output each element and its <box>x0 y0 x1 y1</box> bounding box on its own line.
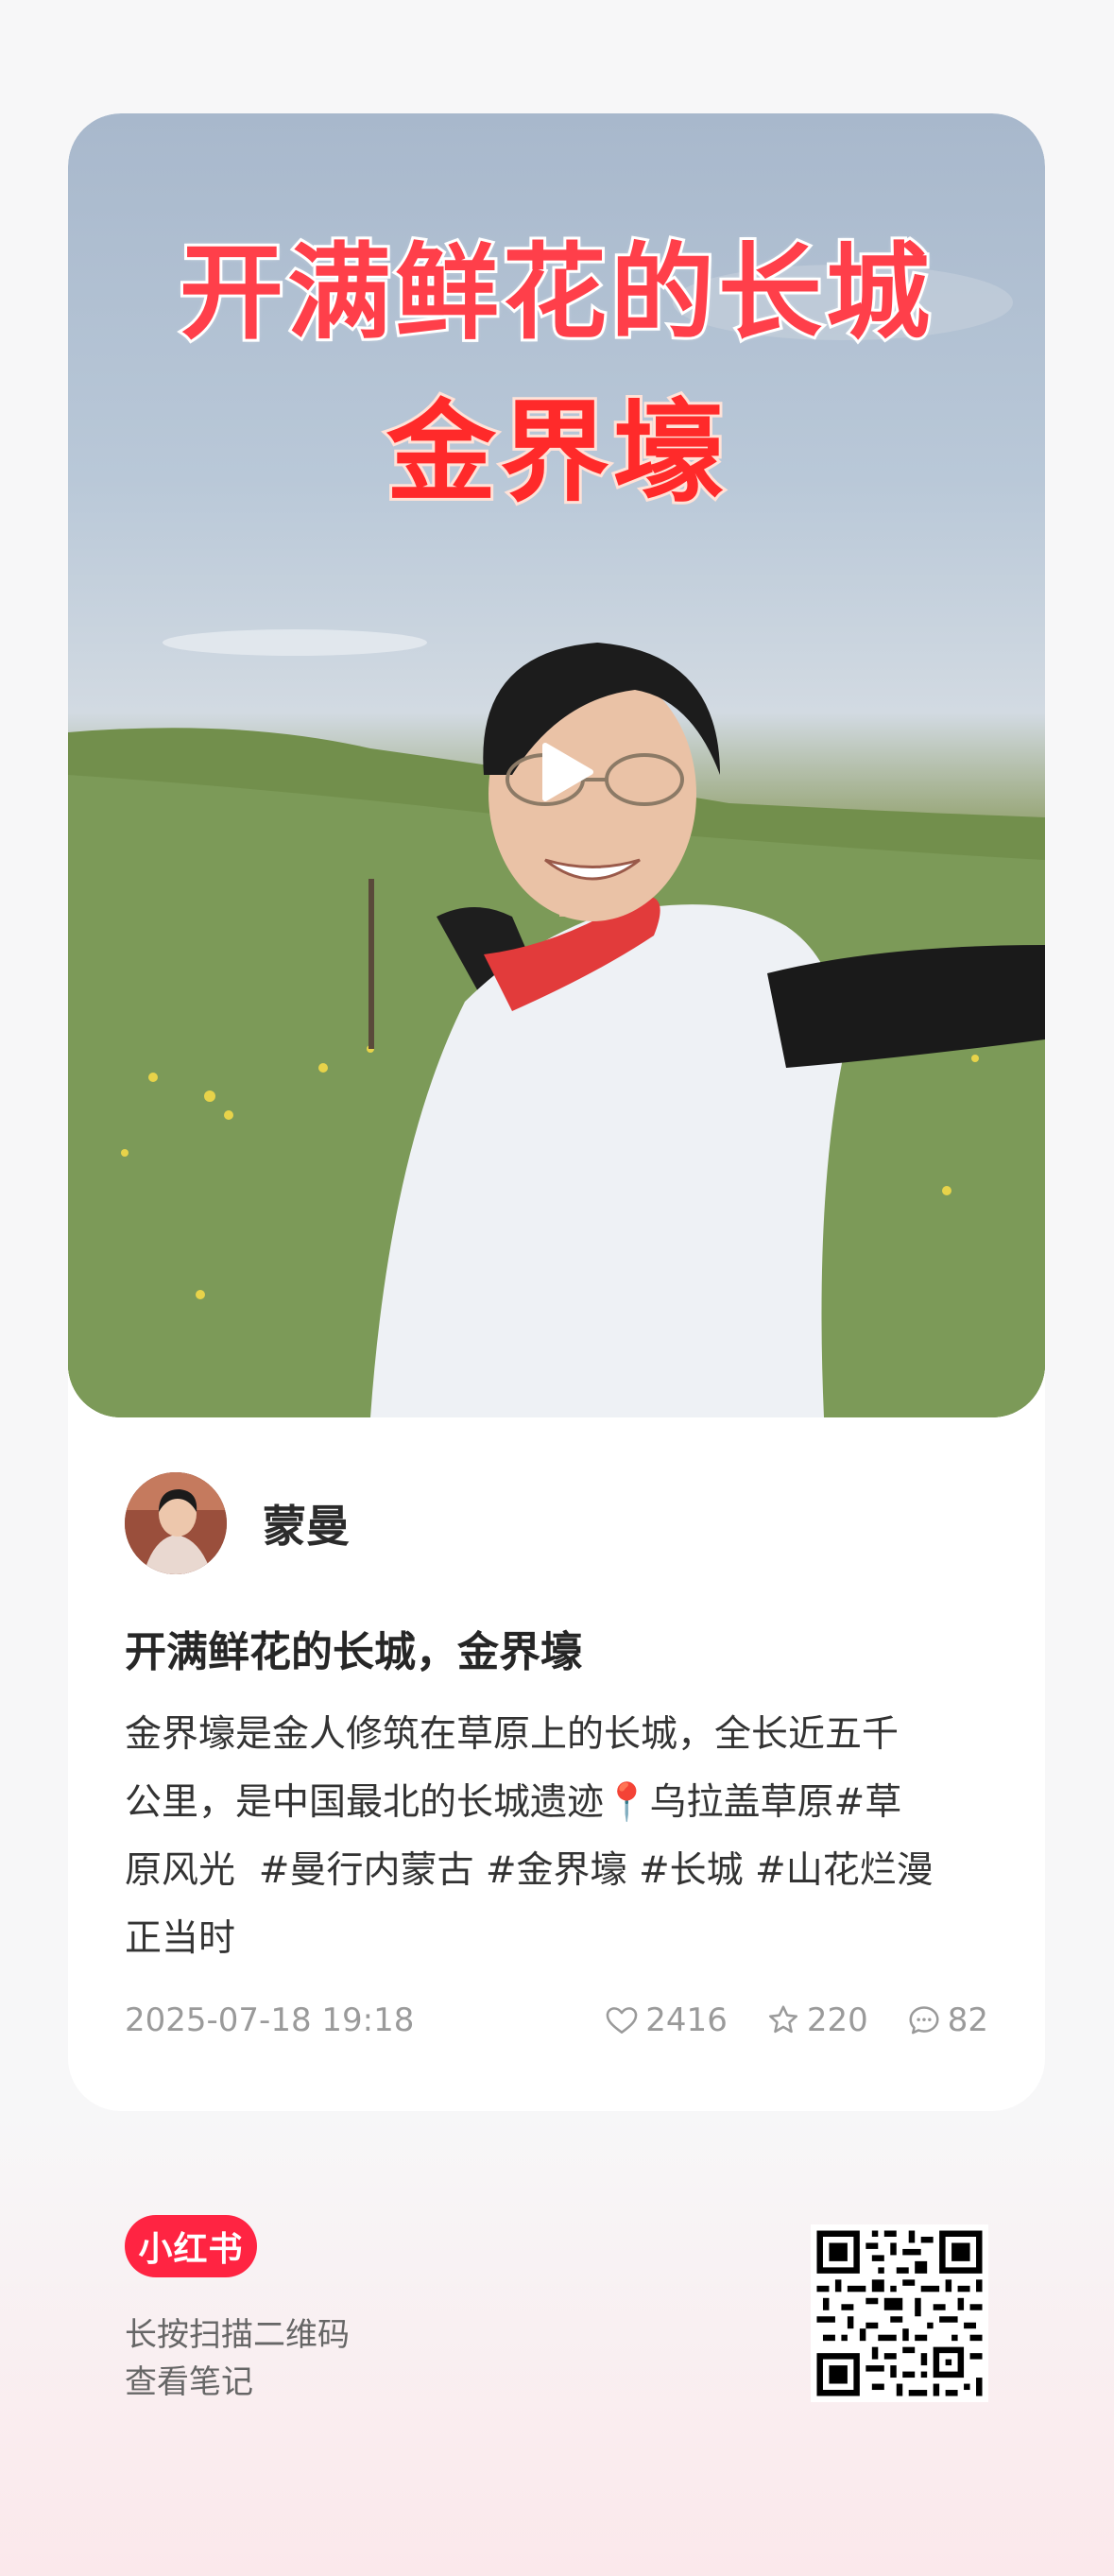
collect-stat[interactable]: 220 <box>765 2001 868 2039</box>
author-row[interactable]: 蒙曼 <box>125 1472 350 1574</box>
note-title: 开满鲜花的长城，金界壕 <box>125 1628 582 1676</box>
play-icon[interactable] <box>538 742 594 802</box>
note-body-line: 正当时 <box>125 1917 236 1960</box>
xiaohongshu-logo: 小红书 <box>125 2215 257 2277</box>
note-meta: 2025-07-18 19:18 2416 220 82 <box>125 2000 988 2041</box>
heart-icon <box>606 2007 638 2034</box>
qr-hint-line1: 长按扫描二维码 <box>125 2316 350 2354</box>
like-stat[interactable]: 2416 <box>604 2001 728 2039</box>
note-body-line: 原风光 #曼行内蒙古 #金界壕 #长城 #山花烂漫 <box>125 1849 934 1892</box>
note-card: 开满鲜花的长城 金界壕 蒙曼 开满鲜花的长城，金界壕 金界壕是金人修筑在草原上的… <box>68 113 1045 2111</box>
avatar[interactable] <box>125 1472 227 1574</box>
avatar-image <box>125 1472 227 1574</box>
qr-code[interactable] <box>811 2224 988 2402</box>
publish-date: 2025-07-18 19:18 <box>125 2001 415 2039</box>
collect-count: 220 <box>806 2001 868 2039</box>
qr-hint-line2: 查看笔记 <box>125 2363 253 2401</box>
like-count: 2416 <box>645 2001 728 2039</box>
video-cover[interactable]: 开满鲜花的长城 金界壕 <box>68 113 1045 1417</box>
comment-icon <box>909 2006 939 2035</box>
note-body-line: 金界壕是金人修筑在草原上的长城，全长近五千 <box>125 1713 900 1756</box>
star-icon <box>768 2005 797 2034</box>
qr-hint: 长按扫描二维码 查看笔记 <box>125 2311 350 2406</box>
comment-count: 82 <box>947 2001 988 2039</box>
note-body: 金界壕是金人修筑在草原上的长城，全长近五千 公里，是中国最北的长城遗迹📍乌拉盖草… <box>125 1701 994 1973</box>
cover-title-line2: 金界壕 <box>384 386 727 520</box>
cover-title-line1: 开满鲜花的长城 <box>177 230 934 356</box>
author-name[interactable]: 蒙曼 <box>263 1492 350 1554</box>
comment-stat[interactable]: 82 <box>906 2001 988 2039</box>
note-body-line: 公里，是中国最北的长城遗迹📍乌拉盖草原#草 <box>125 1781 902 1824</box>
